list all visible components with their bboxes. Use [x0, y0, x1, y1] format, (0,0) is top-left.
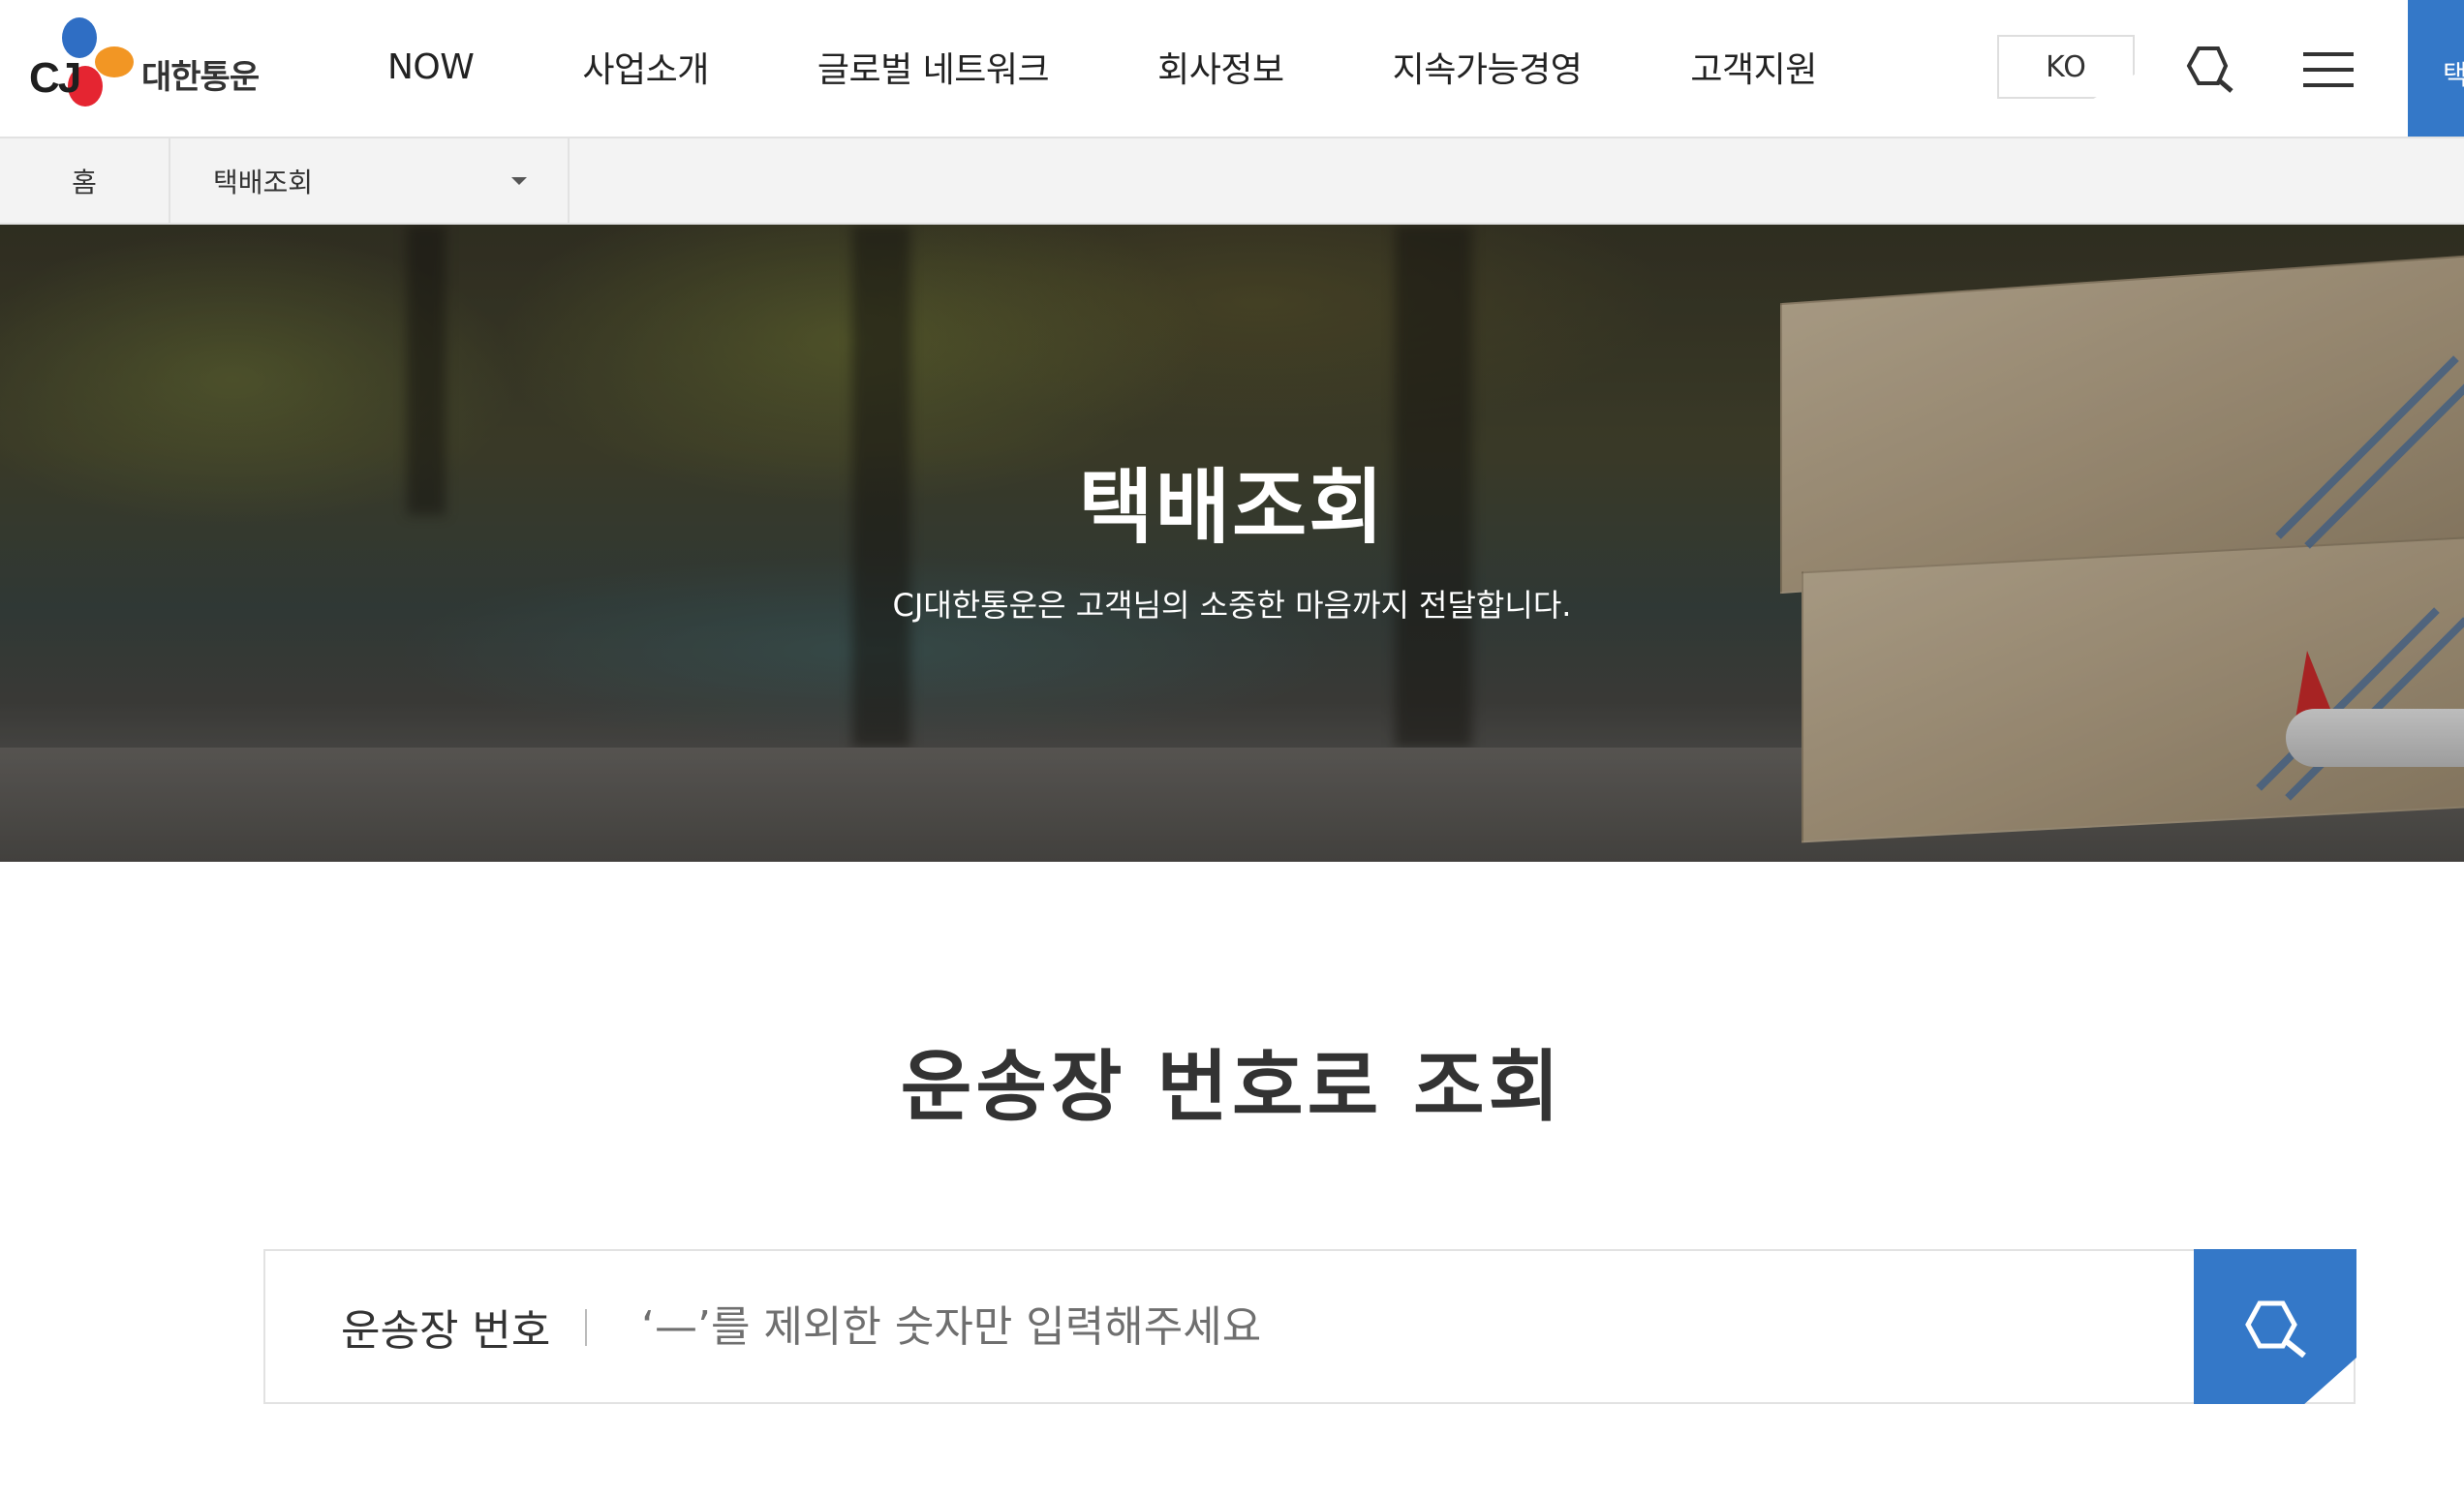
hamburger-line: [2303, 68, 2354, 72]
hero-subtitle: CJ대한통운은 고객님의 소중한 마음까지 전달합니다.: [892, 587, 1572, 624]
search-icon: [2245, 1300, 2306, 1358]
nav-item-sustainability[interactable]: 지속가능경영: [1393, 42, 1583, 92]
tracking-field-label: 운송장 번호: [341, 1306, 551, 1356]
hamburger-line: [2303, 52, 2354, 56]
tracking-search-box: 운송장 번호: [263, 1249, 2356, 1404]
logo-text: 대한통운: [141, 58, 260, 97]
nav-item-now[interactable]: NOW: [387, 47, 475, 87]
site-header: CJ 대한통운 NOW 사업소개 글로벌 네트워크 회사정보 지속가능경영 고객…: [0, 0, 2464, 138]
language-selector[interactable]: KO: [1997, 35, 2135, 99]
chevron-down-icon: [511, 177, 527, 185]
tracking-number-input[interactable]: [641, 1280, 2152, 1373]
nav-item-support[interactable]: 고객지원: [1690, 42, 1817, 92]
breadcrumb-current: 택배조회: [213, 166, 314, 199]
hero-title: 택배조회: [1078, 460, 1386, 555]
main-nav: NOW 사업소개 글로벌 네트워크 회사정보 지속가능경영 고객지원: [387, 0, 1817, 134]
nav-item-company[interactable]: 회사정보: [1157, 42, 1284, 92]
cj-logo[interactable]: CJ 대한통운: [29, 17, 262, 114]
tracking-section-title: 운송장 번호로 조회: [900, 1042, 1564, 1132]
field-divider: [585, 1309, 587, 1346]
tracking-side-tab[interactable]: 택: [2408, 0, 2464, 137]
hamburger-line: [2303, 83, 2354, 87]
hamburger-menu-icon[interactable]: [2303, 50, 2354, 89]
breadcrumb: 홈 택배조회: [0, 138, 2464, 225]
breadcrumb-home[interactable]: 홈: [0, 138, 170, 223]
nav-item-global-network[interactable]: 글로벌 네트워크: [817, 42, 1050, 92]
hero-banner: 택배조회 CJ대한통운은 고객님의 소중한 마음까지 전달합니다.: [0, 225, 2464, 862]
logo-petal-orange: [95, 46, 134, 77]
logo-mark: CJ: [29, 54, 81, 102]
nav-item-business[interactable]: 사업소개: [582, 42, 709, 92]
logo-petal-blue: [62, 17, 97, 58]
breadcrumb-dropdown[interactable]: 택배조회: [170, 138, 570, 223]
search-icon[interactable]: [2183, 43, 2237, 93]
